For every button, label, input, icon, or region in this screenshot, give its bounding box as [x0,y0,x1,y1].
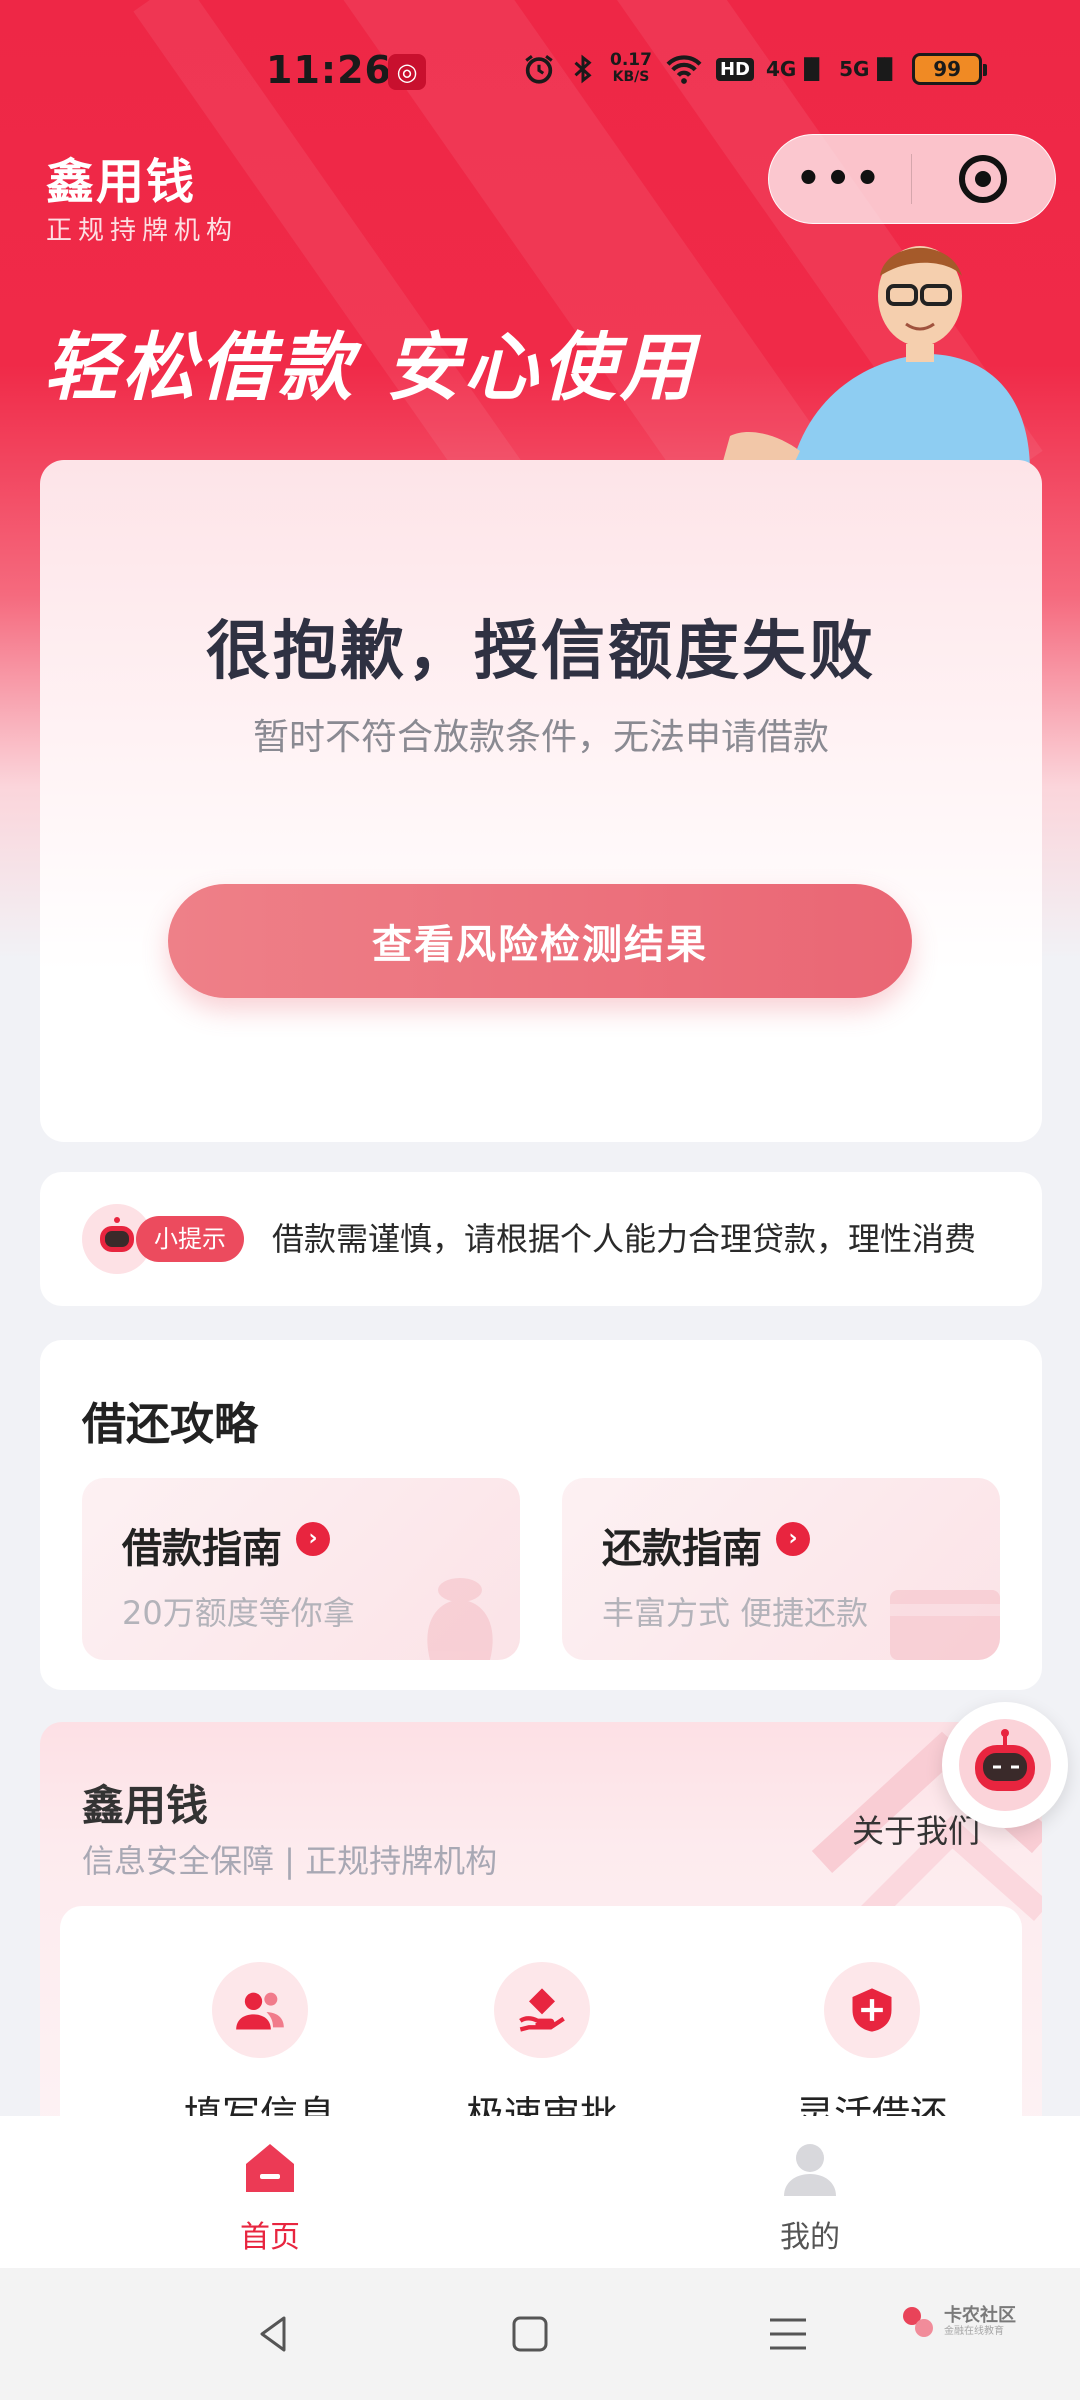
credit-result-card: 很抱歉，授信额度失败 暂时不符合放款条件，无法申请借款 查看风险检测结果 [40,460,1042,1142]
guide-title: 借还攻略 [82,1399,258,1450]
system-nav-bar: 卡农社区 金融在线教育 [0,2268,1080,2400]
tab-mine-label: 我的 [780,2220,840,2255]
feature-fast-approval: 极速审批 [412,1962,672,2139]
result-subline: 暂时不符合放款条件，无法申请借款 [252,717,829,758]
about-subtitle: 信息安全保障 | 正规持牌机构 [82,1842,498,1880]
tab-home-label: 首页 [240,2220,300,2255]
repay-guide-title: 还款指南 [602,1526,762,1572]
mascot-illustration [720,246,1030,472]
app-title: 鑫用钱 [46,154,197,210]
home-square-icon[interactable] [508,2312,552,2356]
bank-app-icon: ◎ [388,54,426,90]
repay-guide-tile[interactable]: 还款指南 › 丰富方式 便捷还款 [562,1478,1000,1660]
view-risk-result-button[interactable]: 查看风险检测结果 [168,884,912,998]
status-bar: 11:26 ◎ 0.17 KB/S HD 4G▐▌ 5G▐▌ 99 [0,0,1080,140]
tip-card: 小提示 借款需谨慎，请根据个人能力合理贷款，理性消费 [40,1172,1042,1306]
close-miniprogram-button[interactable] [912,155,1054,203]
slogan: 轻松借款 安心使用 [44,325,698,411]
about-card: 鑫用钱 信息安全保障 | 正规持牌机构 关于我们 填写信息 极速审批 灵活借还 [40,1722,1042,2142]
tip-badge: 小提示 [136,1216,244,1262]
watermark-logo-icon [903,2307,933,2337]
repay-guide-subtitle: 丰富方式 便捷还款 [602,1594,869,1632]
tab-mine[interactable]: 我的 [710,2136,910,2256]
more-menu-icon[interactable]: ••• [769,134,911,224]
bluetooth-icon [574,54,592,84]
users-icon [212,1962,308,2058]
home-icon [246,2144,294,2192]
robot-icon [959,1719,1051,1811]
network-speed: 0.17 KB/S [610,50,652,86]
tip-text: 借款需谨慎，请根据个人能力合理贷款，理性消费 [272,1220,977,1258]
borrow-guide-title: 借款指南 [122,1526,282,1572]
status-time: 11:26 [266,48,392,92]
card-icon [890,1590,1000,1660]
tab-home[interactable]: 首页 [170,2136,370,2256]
alarm-icon [525,55,553,84]
signal-4g-icon: 4G▐▌ [765,57,828,81]
feature-fill-info: 填写信息 [130,1962,390,2139]
wifi-icon [666,55,702,84]
status-icons: 0.17 KB/S HD 4G▐▌ 5G▐▌ 99 [522,50,988,86]
assistant-robot-button[interactable] [942,1702,1068,1828]
chevron-right-icon: › [776,1522,810,1556]
back-icon[interactable] [252,2312,296,2356]
chevron-right-icon: › [296,1522,330,1556]
menu-icon[interactable] [766,2312,810,2356]
miniprogram-capsule: ••• [768,134,1056,224]
result-headline: 很抱歉，授信额度失败 [206,615,876,689]
user-icon [784,2144,836,2196]
target-icon [959,155,1007,203]
feature-panel: 填写信息 极速审批 灵活借还 [60,1906,1022,2142]
borrow-guide-tile[interactable]: 借款指南 › 20万额度等你拿 [82,1478,520,1660]
about-title: 鑫用钱 [82,1781,209,1830]
battery-indicator: 99 [912,53,988,85]
borrow-guide-subtitle: 20万额度等你拿 [122,1594,355,1632]
guide-card: 借还攻略 借款指南 › 20万额度等你拿 还款指南 › 丰富方式 便捷还款 [40,1340,1042,1690]
hand-diamond-icon [494,1962,590,2058]
signal-5g-icon: 5G▐▌ [839,57,901,81]
hd-badge: HD [715,57,754,81]
app-subtitle: 正规持牌机构 [46,216,239,246]
shield-icon [824,1962,920,2058]
money-bag-icon [427,1578,493,1660]
watermark: 卡农社区 金融在线教育 [900,2304,1016,2340]
feature-flexible-repay: 灵活借还 [742,1962,1002,2139]
bottom-tab-bar: 首页 我的 [0,2116,1080,2268]
